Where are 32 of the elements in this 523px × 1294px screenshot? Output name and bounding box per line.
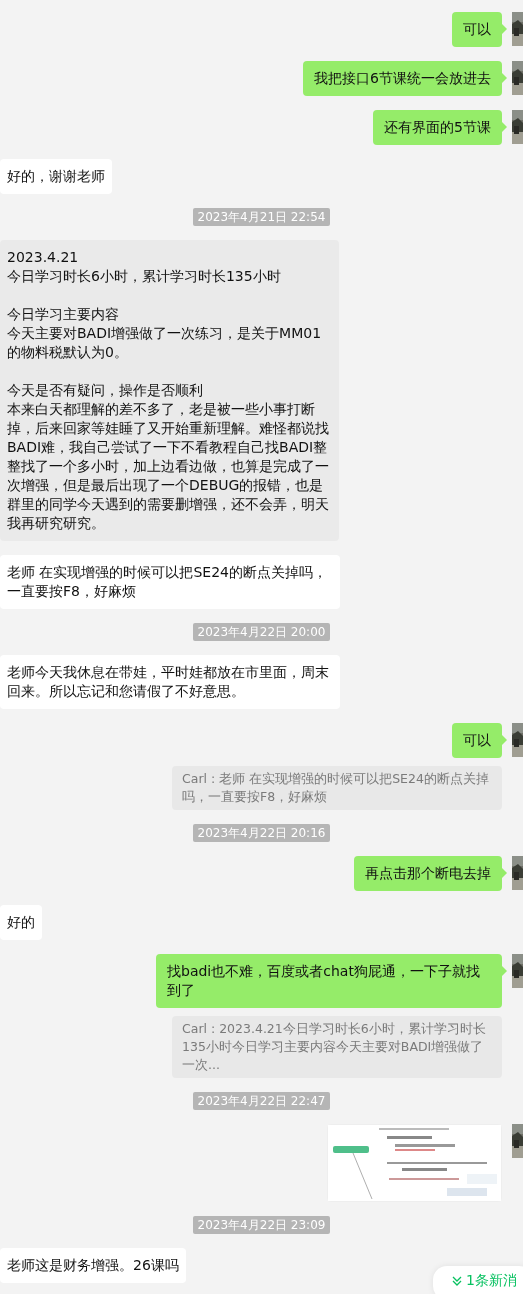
chat-message: 老师 在实现增强的时候可以把SE24的断点关掉吗，一直要按F8，好麻烦 (0, 555, 340, 609)
quoted-message: Carl : 老师 在实现增强的时候可以把SE24的断点关掉吗，一直要按F8，好麻烦 (172, 766, 502, 810)
message-text-line: 2023.4.21 (7, 248, 80, 267)
chat-message: 好的，谢谢老师 (0, 159, 112, 194)
timestamp: 2023年4月22日 22:47 (192, 1092, 331, 1110)
message-text-line: 本来白天都理解的差不多了，老是被一些小事打断掉，后来回家等娃睡了又开始重新理解。难怪都说找BADI难，我自己尝试了一下不看教程自己找BADI整整找了一个多小时，加上边看边做，也算是完成了一次增强，但是最后出现了一个DEBUG的报错，也是群里的同学今天遇到的需要删增强，还不会弄，明天我再研究研究。 (7, 400, 330, 533)
double-chevron-down-icon (451, 1275, 464, 1287)
timestamp: 2023年4月21日 22:54 (192, 208, 331, 226)
message-text-line: 今天主要对BADI增强做了一次练习，是关于MM01的物料税默认为0。 (7, 324, 323, 362)
message-text-line: 今日学习主要内容 (7, 305, 120, 324)
bubble-tail (502, 868, 507, 878)
new-messages-button[interactable]: 1条新消 (433, 1266, 523, 1294)
chat-message: 好的 (0, 905, 42, 940)
chat-message: 再点击那个断电去掉 (354, 856, 502, 891)
chat-message: 可以 (452, 723, 502, 758)
quoted-message: Carl : 2023.4.21今日学习时长6小时，累计学习时长135小时今日学习主要内容今天主要对BADI增强做了一次... (172, 1016, 502, 1078)
chat-message: 找badi也不难，百度或者chat狗屁通，一下子就找到了 (156, 954, 502, 1008)
chat-message: 可以 (452, 12, 502, 47)
bubble-tail (502, 122, 507, 132)
message-text-line: 今日学习时长6小时，累计学习时长135小时 (7, 267, 282, 286)
timestamp: 2023年4月22日 23:09 (192, 1216, 331, 1234)
timestamp: 2023年4月22日 20:16 (192, 824, 331, 842)
message-text-line: 今天是否有疑问，操作是否顺利 (7, 381, 204, 400)
bubble-tail (502, 73, 507, 83)
chat-message: 我把接口6节课统一会放进去 (303, 61, 502, 96)
bubble-tail (502, 735, 507, 745)
bubble-tail (502, 24, 507, 34)
chat-message: 老师今天我休息在带娃，平时娃都放在市里面，周末回来。所以忘记和您请假了不好意思。 (0, 655, 340, 709)
bubble-tail (502, 966, 507, 976)
chat-message: 还有界面的5节课 (373, 110, 502, 145)
timestamp: 2023年4月22日 20:00 (192, 623, 331, 641)
chat-message: 老师这是财务增强。26课吗 (0, 1248, 186, 1283)
